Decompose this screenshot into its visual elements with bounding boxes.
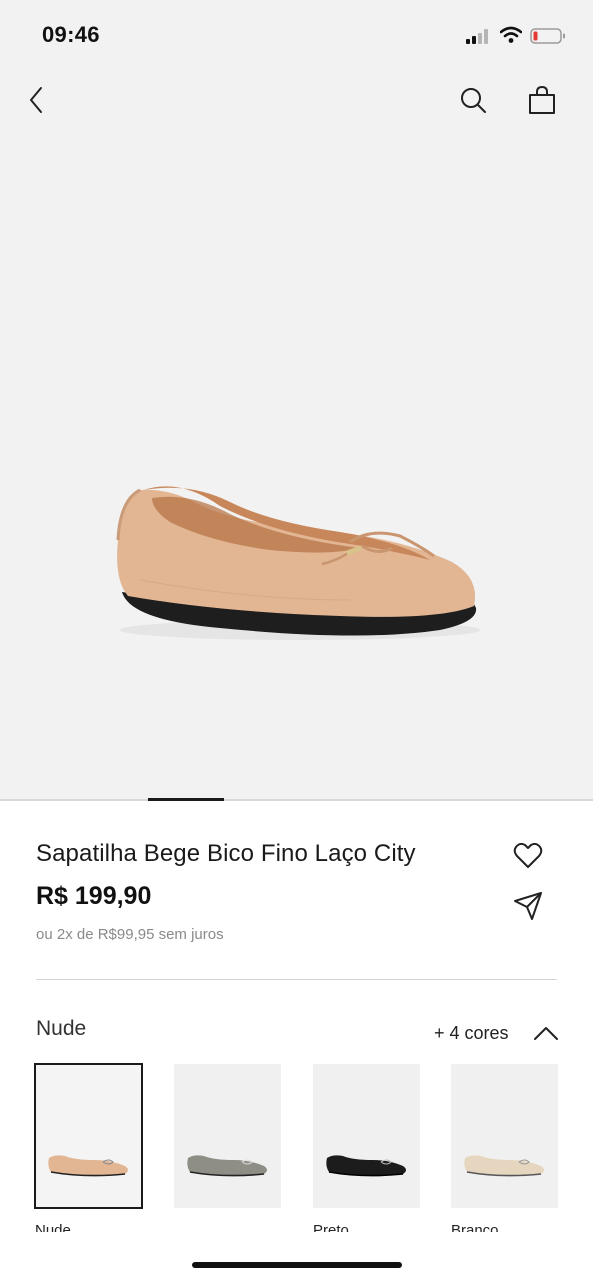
product-photo: [116, 486, 480, 640]
swatch-label-nude: Nude: [35, 1222, 71, 1232]
swatch-shoe-image: [48, 1155, 129, 1177]
carousel-track: [0, 799, 593, 801]
swatch-shoe-image: [326, 1155, 406, 1177]
color-swatch-2[interactable]: [174, 1064, 281, 1208]
swatch-label-preto: Preto: [313, 1222, 349, 1232]
battery-icon: [530, 28, 565, 44]
wifi-icon: [500, 26, 522, 43]
product-image-area[interactable]: 09:46: [0, 0, 593, 801]
section-divider: [36, 979, 557, 980]
product-price: R$ 199,90: [36, 882, 152, 910]
status-bar: 09:46: [0, 0, 593, 70]
home-indicator[interactable]: [192, 1262, 402, 1268]
swatch-shoe-image: [187, 1155, 267, 1177]
selected-color-name: Nude: [36, 1017, 87, 1040]
chevron-up-icon[interactable]: [532, 1022, 560, 1044]
swatch-label-branco: Branco: [451, 1222, 499, 1232]
more-colors-link[interactable]: + 4 cores: [434, 1023, 509, 1044]
send-icon[interactable]: [512, 890, 544, 922]
shopping-bag-icon[interactable]: [526, 84, 558, 116]
swatch-shoe-image: [464, 1155, 544, 1177]
color-swatch-branco[interactable]: [451, 1064, 558, 1208]
product-title: Sapatilha Bege Bico Fino Laço City: [36, 840, 416, 867]
installments-text: ou 2x de R$99,95 sem juros: [36, 926, 224, 943]
color-swatches: [0, 1063, 593, 1214]
heart-icon[interactable]: [512, 840, 544, 872]
search-icon[interactable]: [458, 85, 488, 115]
color-swatch-preto[interactable]: [313, 1064, 420, 1208]
color-swatch-nude[interactable]: [34, 1063, 143, 1209]
carousel-indicator: [148, 798, 224, 801]
chevron-left-icon: [30, 87, 42, 113]
back-button[interactable]: [22, 84, 50, 116]
status-time: 09:46: [42, 22, 100, 47]
cellular-signal-icon: [466, 29, 488, 44]
